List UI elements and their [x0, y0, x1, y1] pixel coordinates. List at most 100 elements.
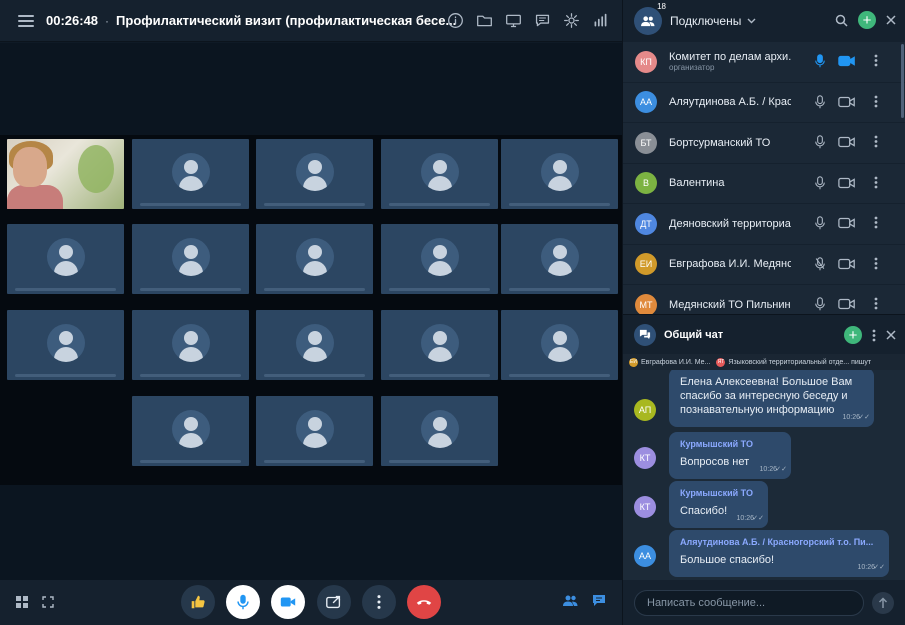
- participant-camera-icon[interactable]: [838, 297, 856, 311]
- search-icon[interactable]: [835, 14, 848, 27]
- title-separator: ·: [105, 13, 110, 28]
- screen-share-icon[interactable]: [504, 11, 523, 30]
- video-tile[interactable]: [381, 310, 498, 380]
- participant-camera-icon[interactable]: [838, 135, 856, 149]
- tile-caption: [264, 374, 365, 377]
- message-avatar: АП: [634, 399, 656, 421]
- user-avatar-icon: [420, 238, 459, 276]
- participant-mic-icon[interactable]: [813, 134, 827, 150]
- more-button[interactable]: [362, 585, 396, 619]
- add-participant-button[interactable]: +: [858, 11, 876, 29]
- video-tile[interactable]: [381, 224, 498, 294]
- plus-icon: +: [848, 326, 858, 344]
- tile-caption: [140, 288, 241, 291]
- reaction-button[interactable]: [181, 585, 215, 619]
- menu-icon[interactable]: [18, 14, 34, 27]
- participant-avatar: БТ: [635, 131, 657, 154]
- video-tile[interactable]: [381, 396, 498, 466]
- signal-icon[interactable]: [591, 11, 610, 30]
- participant-mic-icon[interactable]: [813, 296, 827, 312]
- participant-camera-icon[interactable]: [838, 95, 856, 109]
- participant-camera-icon[interactable]: [838, 54, 856, 68]
- video-tile-camera[interactable]: [7, 139, 124, 209]
- microphone-button[interactable]: [226, 585, 260, 619]
- chevron-down-icon[interactable]: [747, 18, 756, 24]
- top-toolbar: [446, 11, 610, 30]
- user-avatar-icon: [540, 153, 579, 191]
- participant-more-icon[interactable]: [874, 257, 878, 270]
- hang-up-button[interactable]: [407, 585, 441, 619]
- participant-mic-icon[interactable]: [813, 256, 827, 272]
- participant-more-icon[interactable]: [874, 135, 878, 148]
- chat-icon[interactable]: [592, 594, 606, 612]
- participant-more-icon[interactable]: [874, 297, 878, 310]
- call-timer: 00:26:48: [46, 13, 99, 28]
- video-tile[interactable]: [256, 310, 373, 380]
- folder-icon[interactable]: [475, 11, 494, 30]
- close-chat-icon[interactable]: [886, 330, 896, 340]
- participant-name: Евграфова И.И. Медянс...: [669, 258, 791, 271]
- participant-name: Аляутдинова А.Б. / Крас...: [669, 96, 791, 109]
- participant-mic-icon[interactable]: [813, 215, 827, 231]
- tile-caption: [264, 460, 365, 463]
- share-screen-button[interactable]: [317, 585, 351, 619]
- gear-icon[interactable]: [562, 11, 581, 30]
- chat-more-icon[interactable]: [872, 329, 876, 342]
- user-avatar-icon: [295, 238, 334, 276]
- camera-button[interactable]: [271, 585, 305, 619]
- participant-more-icon[interactable]: [874, 216, 878, 229]
- participants-title[interactable]: Подключены: [670, 14, 741, 28]
- participant-mic-icon[interactable]: [813, 94, 827, 110]
- participant-row[interactable]: КП Комитет по делам архи... организатор: [623, 42, 905, 83]
- participant-camera-icon[interactable]: [838, 216, 856, 230]
- participant-row[interactable]: ДТ Деяновский территориа...: [623, 204, 905, 245]
- participant-row[interactable]: МТ Медянский ТО Пильнин...: [623, 285, 905, 314]
- typing-indicator: ЕИ Евграфова И.И. Ме... ЯТ Языковский те…: [623, 354, 905, 370]
- message-avatar: АА: [634, 545, 656, 567]
- send-button[interactable]: [872, 592, 894, 614]
- participant-row[interactable]: ЕИ Евграфова И.И. Медянс...: [623, 245, 905, 285]
- chat-bubble-icon[interactable]: [533, 11, 552, 30]
- fullscreen-icon[interactable]: [42, 595, 54, 613]
- participants-icon[interactable]: [563, 594, 578, 612]
- participant-mic-icon[interactable]: [813, 175, 827, 191]
- video-tile[interactable]: [501, 224, 618, 294]
- participants-scrollbar[interactable]: [901, 44, 904, 118]
- video-tile[interactable]: [132, 224, 249, 294]
- participant-camera-icon[interactable]: [838, 257, 856, 271]
- video-tile[interactable]: [132, 396, 249, 466]
- participant-name: Валентина: [669, 177, 725, 190]
- video-tile[interactable]: [381, 139, 498, 209]
- video-tile[interactable]: [7, 224, 124, 294]
- participant-more-icon[interactable]: [874, 95, 878, 108]
- user-avatar-icon: [171, 238, 210, 276]
- close-icon[interactable]: [886, 15, 896, 25]
- video-tile[interactable]: [7, 310, 124, 380]
- participant-name: Деяновский территориа...: [669, 217, 791, 230]
- video-tile[interactable]: [501, 139, 618, 209]
- message-input[interactable]: [634, 590, 864, 616]
- video-tile[interactable]: [132, 139, 249, 209]
- chat-group-icon: [634, 323, 656, 346]
- tile-caption: [509, 203, 610, 206]
- info-icon[interactable]: [446, 11, 465, 30]
- tile-caption: [140, 460, 241, 463]
- tile-caption: [140, 203, 241, 206]
- participant-row[interactable]: АА Аляутдинова А.Б. / Крас...: [623, 83, 905, 123]
- participant-mic-icon[interactable]: [813, 53, 827, 69]
- participant-row[interactable]: БТ Бортсурманский ТО: [623, 123, 905, 164]
- grid-view-icon[interactable]: [16, 595, 28, 613]
- participant-more-icon[interactable]: [874, 176, 878, 189]
- video-tile[interactable]: [501, 310, 618, 380]
- video-tile[interactable]: [256, 396, 373, 466]
- video-tile[interactable]: [256, 139, 373, 209]
- participant-row[interactable]: В Валентина: [623, 164, 905, 204]
- video-tile[interactable]: [256, 224, 373, 294]
- top-bar: 00:26:48 · Профилактический визит (профи…: [0, 0, 622, 42]
- video-tile[interactable]: [132, 310, 249, 380]
- camera-icon: [280, 597, 296, 607]
- tile-caption: [389, 288, 490, 291]
- participant-more-icon[interactable]: [874, 54, 878, 67]
- participant-camera-icon[interactable]: [838, 176, 856, 190]
- add-chat-button[interactable]: +: [844, 326, 862, 344]
